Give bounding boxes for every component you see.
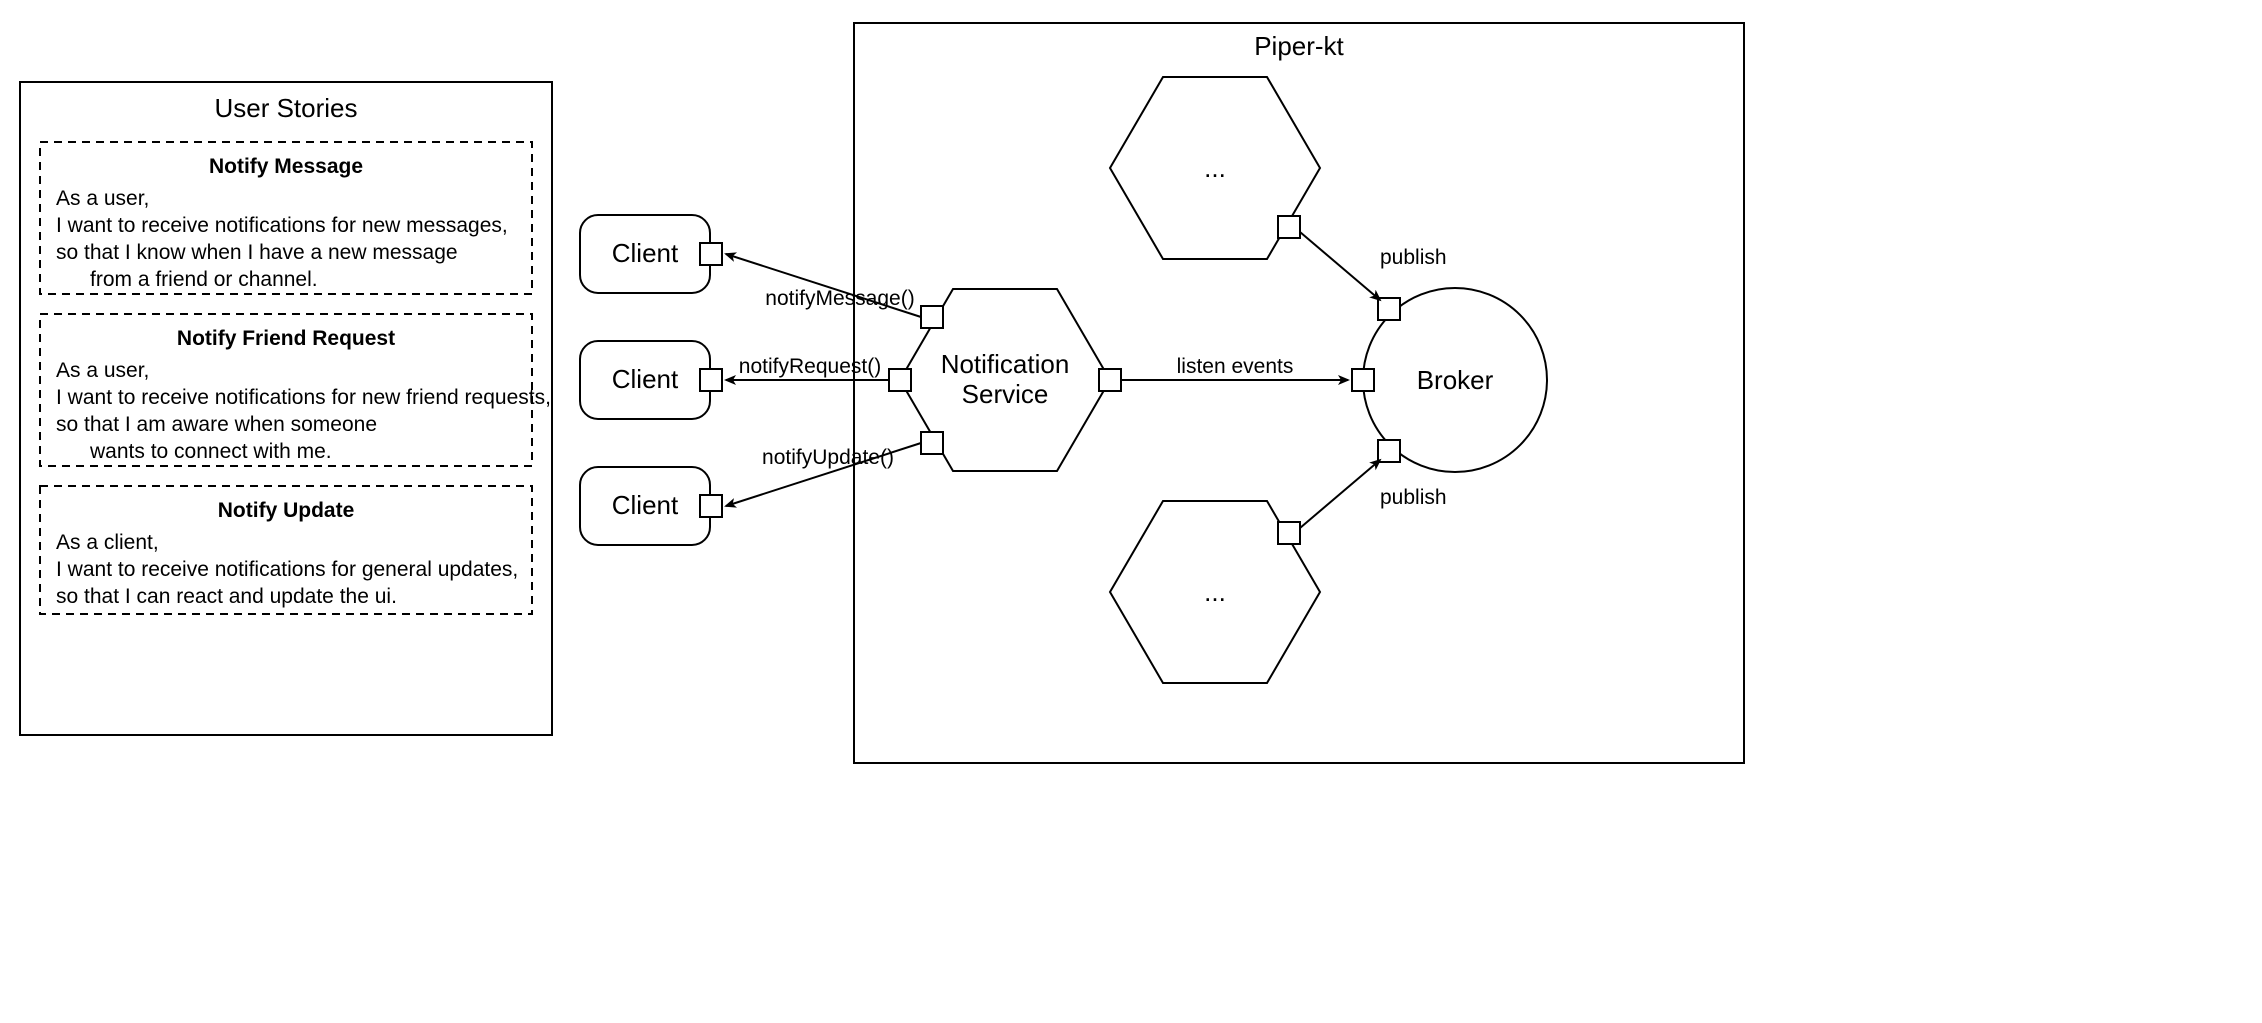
story-line: from a friend or channel. (90, 268, 318, 291)
port-icon (1278, 522, 1300, 544)
port-icon (700, 495, 722, 517)
system-title: Piper-kt (1254, 31, 1344, 61)
story-notify-friend-request: Notify Friend Request As a user, I want … (40, 314, 551, 466)
story-notify-message: Notify Message As a user, I want to rece… (40, 142, 532, 294)
other-label: ... (1204, 153, 1226, 183)
client-label: Client (612, 490, 679, 520)
client-label: Client (612, 238, 679, 268)
arrow-label: notifyRequest() (739, 355, 881, 378)
story-title: Notify Update (218, 499, 355, 522)
story-title: Notify Friend Request (177, 327, 395, 350)
story-title: Notify Message (209, 155, 363, 178)
story-line: wants to connect with me. (89, 440, 332, 463)
story-line: As a user, (56, 359, 149, 382)
arrow-label: notifyMessage() (765, 287, 914, 310)
port-icon (889, 369, 911, 391)
service-label-1: Notification (941, 349, 1070, 379)
story-line: I want to receive notifications for new … (56, 386, 551, 409)
port-icon (1352, 369, 1374, 391)
client-2: Client (580, 341, 722, 419)
story-line: I want to receive notifications for new … (56, 214, 508, 237)
broker-node: Broker (1352, 288, 1547, 472)
other-label: ... (1204, 577, 1226, 607)
port-icon (700, 243, 722, 265)
arrow-label: listen events (1177, 355, 1294, 378)
port-icon (1278, 216, 1300, 238)
story-line: As a user, (56, 187, 149, 210)
story-line: so that I am aware when someone (56, 413, 377, 436)
story-line: so that I know when I have a new message (56, 241, 458, 264)
client-1: Client (580, 215, 722, 293)
user-stories-title: User Stories (214, 93, 357, 123)
port-icon (700, 369, 722, 391)
arrow-label: notifyUpdate() (762, 446, 894, 469)
story-line: As a client, (56, 531, 159, 554)
port-icon (1099, 369, 1121, 391)
port-icon (921, 306, 943, 328)
client-3: Client (580, 467, 722, 545)
story-line: so that I can react and update the ui. (56, 585, 397, 608)
arrow-notify-request: notifyRequest() (726, 355, 889, 380)
service-label-2: Service (962, 379, 1049, 409)
arrow-label: publish (1380, 246, 1447, 269)
story-line: I want to receive notifications for gene… (56, 558, 518, 581)
port-icon (1378, 298, 1400, 320)
port-icon (921, 432, 943, 454)
arrow-label: publish (1380, 486, 1447, 509)
user-stories-panel: User Stories Notify Message As a user, I… (20, 82, 552, 735)
client-label: Client (612, 364, 679, 394)
broker-label: Broker (1417, 365, 1494, 395)
port-icon (1378, 440, 1400, 462)
story-notify-update: Notify Update As a client, I want to rec… (40, 486, 532, 614)
